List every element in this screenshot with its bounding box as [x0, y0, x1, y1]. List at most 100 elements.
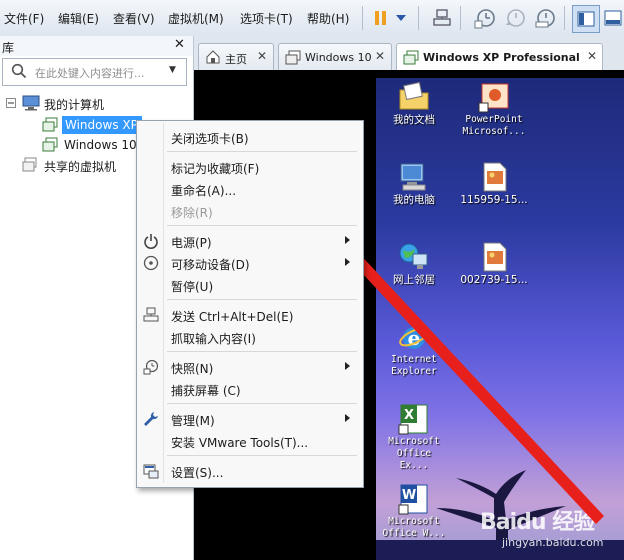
desktop-icon-label: Microsoft Office Ex...: [388, 436, 440, 471]
computer-icon: [22, 95, 40, 111]
tree-label: 共享的虚拟机: [44, 160, 117, 174]
show-library-button[interactable]: [572, 5, 600, 33]
pause-button[interactable]: [370, 5, 392, 31]
menu-file[interactable]: 文件(F): [4, 10, 44, 27]
menu-item-settings[interactable]: 设置(S)...: [137, 460, 363, 482]
chevron-down-icon[interactable]: ▼: [169, 65, 176, 75]
menu-tabs[interactable]: 选项卡(T): [240, 10, 293, 27]
vm-icon: [285, 50, 301, 65]
menu-view[interactable]: 查看(V): [113, 10, 155, 27]
revert-snapshot-button[interactable]: [502, 5, 528, 31]
desktop-icon-my-documents[interactable]: 我的文档: [377, 80, 451, 126]
network-places-icon: [399, 243, 428, 269]
submenu-arrow-icon: [345, 414, 350, 422]
search-placeholder: 在此处键入内容进行...: [35, 67, 145, 80]
desktop-icon-image-file-2[interactable]: 002739-15...: [457, 240, 531, 286]
word-shortcut-icon: W: [398, 484, 428, 515]
tree-label-selected: Windows XP Prof: [62, 116, 142, 134]
library-header: 库 ✕: [0, 36, 193, 56]
tab-home[interactable]: 主页 ✕: [198, 43, 274, 71]
library-search-input[interactable]: 在此处键入内容进行... ▼: [2, 58, 187, 86]
guest-desktop[interactable]: 我的文档 我的电脑 网上邻居 e Internet Explorer X Mic…: [376, 78, 624, 560]
menu-help[interactable]: 帮助(H): [307, 10, 349, 27]
vm-icon: [42, 137, 58, 152]
menu-item-manage[interactable]: 管理(M): [137, 408, 363, 430]
menu-vm[interactable]: 虚拟机(M): [168, 10, 224, 27]
menu-item-label: 可移动设备(D): [171, 258, 250, 272]
menu-item-label: 快照(N): [171, 362, 214, 376]
chevron-down-icon: [396, 15, 406, 21]
menu-item-label: 管理(M): [171, 414, 215, 428]
tree-item-windows-xp[interactable]: Windows XP Prof: [40, 116, 142, 134]
desktop-icon-powerpoint[interactable]: PowerPoint Microsof...: [457, 80, 531, 138]
desktop-icon-internet-explorer[interactable]: e Internet Explorer: [377, 320, 451, 378]
submenu-arrow-icon: [345, 258, 350, 266]
menu-item-snapshot[interactable]: 快照(N): [137, 356, 363, 378]
menu-item-pause[interactable]: 暂停(U): [137, 274, 363, 296]
tree-item-my-computer[interactable]: 我的计算机: [6, 94, 186, 112]
removable-device-icon: [143, 255, 159, 271]
menu-item-label: 发送 Ctrl+Alt+Del(E): [171, 310, 294, 324]
menu-item-grab-input[interactable]: 抓取输入内容(I): [137, 326, 363, 348]
menu-item-send-ctrl-alt-del[interactable]: 发送 Ctrl+Alt+Del(E): [137, 304, 363, 326]
desktop-icon-label: Microsoft Office W...: [382, 516, 446, 539]
menu-item-label: 重命名(A)...: [171, 184, 237, 198]
tab-windows-10[interactable]: Windows 10 ✕: [278, 43, 392, 71]
menu-item-add-favorite[interactable]: 标记为收藏项(F): [137, 156, 363, 178]
menu-edit[interactable]: 编辑(E): [58, 10, 99, 27]
menu-separator: [167, 299, 357, 300]
toolbar-separator: [418, 6, 419, 30]
powerpoint-shortcut-icon: [478, 83, 509, 113]
snapshot-icon: [143, 359, 159, 375]
svg-text:W: W: [402, 488, 416, 503]
internet-explorer-icon: e: [399, 326, 429, 350]
menu-separator: [167, 351, 357, 352]
shared-vm-icon: [22, 157, 37, 172]
menu-item-rename[interactable]: 重命名(A)...: [137, 178, 363, 200]
menu-item-power[interactable]: 电源(P): [137, 230, 363, 252]
settings-icon: [143, 464, 159, 479]
send-keys-icon: [143, 307, 159, 322]
image-file-icon: [483, 242, 507, 272]
image-file-icon: [483, 162, 507, 192]
desktop-icon-image-file-1[interactable]: 115959-15...: [457, 160, 531, 206]
snapshot-manager-icon: [535, 9, 555, 28]
menu-item-label: 捕获屏幕 (C): [171, 384, 241, 398]
submenu-arrow-icon: [345, 362, 350, 370]
thumbnail-bar-button[interactable]: [600, 5, 624, 31]
menu-item-label: 暂停(U): [171, 280, 214, 294]
menu-separator: [167, 455, 357, 456]
revert-snapshot-icon: [506, 9, 525, 27]
close-library-icon[interactable]: ✕: [174, 37, 185, 52]
desktop-icon-network-places[interactable]: 网上邻居: [377, 240, 451, 286]
desktop-icon-my-computer[interactable]: 我的电脑: [377, 160, 451, 206]
close-tab-icon[interactable]: ✕: [587, 49, 597, 63]
desktop-icon-label: 002739-15...: [460, 274, 528, 286]
desktop-icon-label: PowerPoint Microsof...: [462, 114, 526, 137]
send-ctrl-alt-del-button[interactable]: [429, 5, 455, 31]
send-keys-icon: [433, 9, 451, 26]
snapshot-button[interactable]: [472, 5, 498, 31]
close-tab-icon[interactable]: ✕: [375, 49, 385, 63]
excel-shortcut-icon: X: [398, 404, 428, 435]
tree-item-windows-10[interactable]: Windows 10: [40, 136, 140, 154]
vm-icon: [403, 50, 419, 65]
my-computer-icon: [400, 163, 426, 191]
snapshot-manager-button[interactable]: [532, 5, 558, 31]
toolbar-separator: [362, 6, 363, 30]
tab-windows-xp[interactable]: Windows XP Professional ✕: [396, 43, 603, 71]
menu-item-remove: 移除(R): [137, 200, 363, 222]
desktop-icon-excel[interactable]: X Microsoft Office Ex...: [377, 402, 451, 472]
collapse-icon[interactable]: [6, 98, 16, 108]
desktop-icon-label: 网上邻居: [393, 274, 435, 286]
menu-item-close-tab[interactable]: 关闭选项卡(B): [137, 126, 363, 148]
desktop-icon-label: 我的文档: [393, 114, 435, 126]
menu-item-label: 抓取输入内容(I): [171, 332, 256, 346]
menubar: 文件(F) 编辑(E) 查看(V) 虚拟机(M) 选项卡(T) 帮助(H): [0, 0, 624, 37]
menu-item-install-vmware-tools[interactable]: 安装 VMware Tools(T)...: [137, 430, 363, 452]
pause-dropdown-button[interactable]: [393, 5, 409, 31]
close-tab-icon[interactable]: ✕: [257, 49, 267, 63]
menu-item-capture-screen[interactable]: 捕获屏幕 (C): [137, 378, 363, 400]
menu-item-removable-devices[interactable]: 可移动设备(D): [137, 252, 363, 274]
desktop-icon-word[interactable]: W Microsoft Office W...: [377, 482, 451, 540]
